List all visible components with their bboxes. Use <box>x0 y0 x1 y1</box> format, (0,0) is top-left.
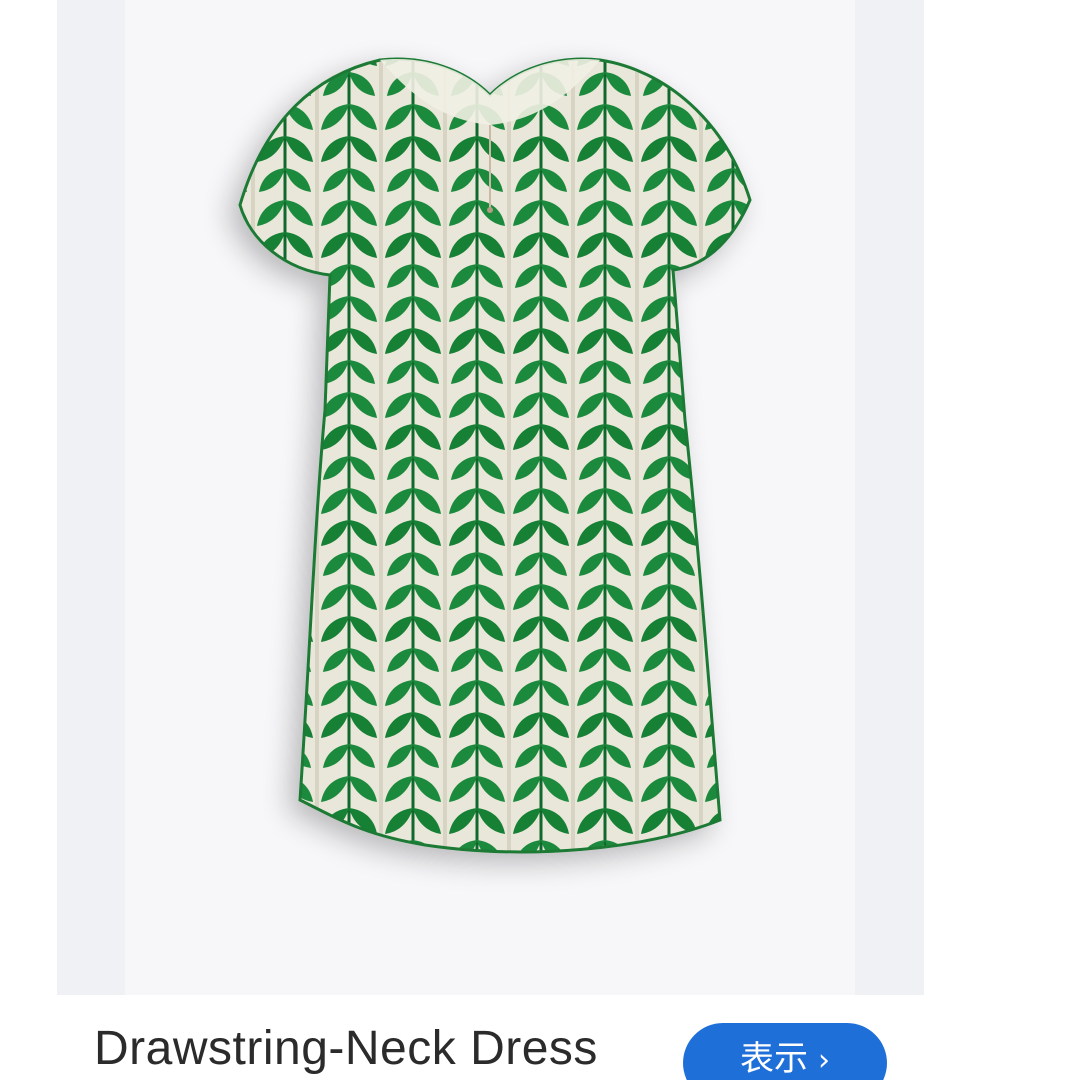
view-button[interactable]: 表示 › <box>683 1023 887 1080</box>
chevron-right-icon: › <box>818 1043 830 1078</box>
product-card: Drawstring-Neck Dress 表示 › <box>0 0 1080 1080</box>
product-image-frame[interactable] <box>57 0 924 995</box>
product-image[interactable] <box>125 0 855 995</box>
dress-photo-icon <box>238 57 752 854</box>
view-button-label: 表示 <box>740 1039 808 1079</box>
product-title[interactable]: Drawstring-Neck Dress <box>94 1021 598 1077</box>
view-button-content: 表示 › <box>683 1037 887 1080</box>
product-caption-row: Drawstring-Neck Dress 表示 › <box>0 995 1080 1080</box>
